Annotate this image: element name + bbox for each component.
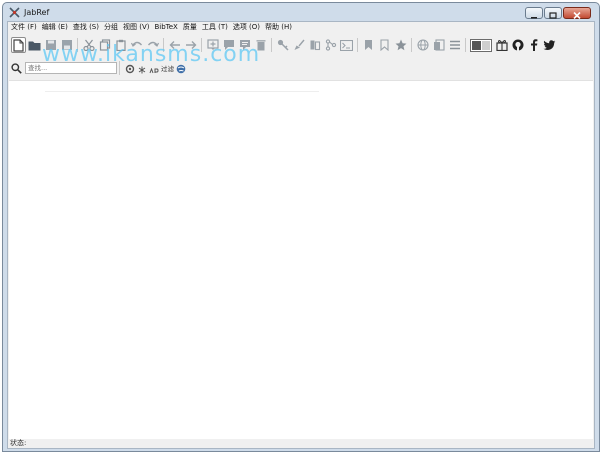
facebook-button[interactable] [526,37,541,53]
minimize-button[interactable] [525,7,543,19]
star-icon [395,39,407,51]
menu-options[interactable]: 选项 (O) [233,22,260,33]
title-bar[interactable]: JabRef [3,3,599,21]
unmark-entries-button[interactable] [377,37,392,53]
toolbar-separator [271,38,272,52]
window-controls [525,7,591,19]
menu-search[interactable]: 查找 (S) [73,22,99,33]
merge-icon [325,39,337,51]
key-icon [277,39,289,51]
entry-table-area[interactable] [9,80,593,439]
globe-icon [416,39,429,51]
toggle-groups-button[interactable] [469,37,493,53]
clean-up-button[interactable] [291,37,306,53]
terminal-icon [340,39,353,51]
gift-icon [495,39,508,51]
menu-groups[interactable]: 分组 [104,22,118,33]
layout-toggle-icon [470,38,492,52]
mark-entries-button[interactable] [361,37,376,53]
generate-key-button[interactable] [275,37,290,53]
merge-entries-button[interactable] [323,37,338,53]
list-icon [449,40,461,50]
open-file-button[interactable] [431,37,446,53]
menu-tools[interactable]: 工具 (T) [202,22,228,33]
menu-bibtex[interactable]: BibTeX [154,22,177,33]
toolbar-separator [465,38,466,52]
jabref-logo-icon [8,6,20,18]
table-divider [45,91,319,92]
toolbar-separator [411,38,412,52]
close-button[interactable] [563,7,591,19]
close-icon [573,4,581,23]
mark-icon [364,39,373,51]
open-console-button[interactable] [339,37,354,53]
donate-button[interactable] [494,37,509,53]
twitter-button[interactable] [542,37,557,53]
github-icon [512,39,524,51]
facebook-icon [530,39,538,51]
search-icon [11,59,22,78]
new-library-button[interactable] [11,37,26,53]
bookmark-icon [380,39,389,51]
status-label: 状态: [10,439,27,447]
toolbar-separator [357,38,358,52]
clean-up-icon [293,39,305,51]
github-button[interactable] [510,37,525,53]
status-bar: 状态: [8,438,594,449]
push-icon [309,39,321,51]
open-library-button[interactable] [27,37,42,53]
maximize-button[interactable] [544,7,562,19]
app-body: 文件 (F) 编辑 (E) 查找 (S) 分组 视图 (V) BibTeX 质量… [7,21,595,449]
new-library-icon [13,38,24,52]
menu-quality[interactable]: 质量 [183,22,197,33]
menu-bar: 文件 (F) 编辑 (E) 查找 (S) 分组 视图 (V) BibTeX 质量… [8,22,297,33]
minimize-icon [530,4,538,23]
menu-view[interactable]: 视图 (V) [123,22,149,33]
open-url-button[interactable] [415,37,430,53]
menu-file[interactable]: 文件 (F) [11,22,37,33]
twitter-icon [543,39,556,51]
app-window: JabRef 文件 (F) 编辑 (E) 查找 (S) 分组 视图 (V) Bi… [2,2,600,452]
watermark-text: www.ikansms.com [42,42,261,67]
push-entries-button[interactable] [307,37,322,53]
menu-edit[interactable]: 编辑 (E) [42,22,68,33]
rank-button[interactable] [393,37,408,53]
menu-help[interactable]: 帮助 (H) [265,22,292,33]
window-title: JabRef [24,7,50,17]
pdf-icon [433,39,445,51]
show-list-button[interactable] [447,37,462,53]
open-folder-icon [28,40,41,51]
maximize-icon [549,4,557,23]
